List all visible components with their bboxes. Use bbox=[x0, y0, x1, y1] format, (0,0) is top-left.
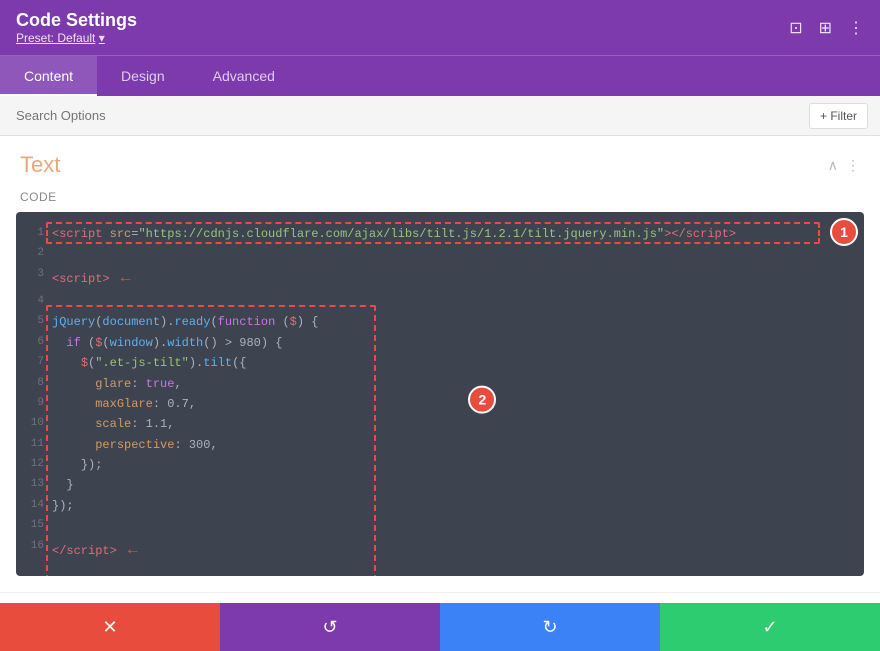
code-line: 8 glare: true, bbox=[16, 374, 864, 394]
code-line: 4 bbox=[16, 292, 864, 312]
preset-arrow: ▾ bbox=[99, 31, 105, 45]
section-more-icon[interactable]: ⋮ bbox=[846, 157, 860, 174]
section-header: Text ∧ ⋮ bbox=[0, 136, 880, 186]
code-line: 9 maxGlare: 0.7, bbox=[16, 394, 864, 414]
annotation-badge-1: 1 bbox=[830, 218, 858, 246]
confirm-button[interactable]: ✓ bbox=[660, 603, 880, 651]
header-left: Code Settings Preset: Default ▾ bbox=[16, 10, 137, 45]
cancel-button[interactable]: ✕ bbox=[0, 603, 220, 651]
search-bar: + Filter bbox=[0, 96, 880, 136]
preset-label: Preset: Default bbox=[16, 31, 95, 45]
page-title: Code Settings bbox=[16, 10, 137, 31]
code-line: 13 } bbox=[16, 475, 864, 495]
code-line: 5 jQuery(document).ready(function ($) { bbox=[16, 312, 864, 332]
code-content: 1 <script src="https://cdnjs.cloudflare.… bbox=[16, 212, 864, 576]
main-content: Text ∧ ⋮ Code 1 2 1 <script src="https:/… bbox=[0, 136, 880, 651]
more-icon[interactable]: ⋮ bbox=[848, 18, 864, 38]
collapse-icon[interactable]: ∧ bbox=[828, 157, 838, 174]
header-actions: ⊡ ⊞ ⋮ bbox=[789, 18, 864, 38]
redo-button[interactable]: ↻ bbox=[440, 603, 660, 651]
search-input[interactable] bbox=[12, 96, 809, 135]
code-line: 6 if ($(window).width() > 980) { bbox=[16, 333, 864, 353]
undo-icon: ↺ bbox=[322, 617, 337, 638]
section-title: Text bbox=[20, 152, 60, 178]
screenshot-icon[interactable]: ⊡ bbox=[789, 18, 802, 38]
code-line: 12 }); bbox=[16, 455, 864, 475]
section-actions: ∧ ⋮ bbox=[828, 157, 860, 174]
filter-button[interactable]: + Filter bbox=[809, 103, 868, 129]
code-line: 3 <script> ← bbox=[16, 265, 864, 292]
code-line: 16 </script> ← bbox=[16, 537, 864, 564]
redo-icon: ↻ bbox=[542, 617, 557, 638]
header: Code Settings Preset: Default ▾ ⊡ ⊞ ⋮ bbox=[0, 0, 880, 55]
tab-bar: Content Design Advanced bbox=[0, 55, 880, 96]
code-line: 10 scale: 1.1, bbox=[16, 414, 864, 434]
annotation-badge-2: 2 bbox=[468, 386, 496, 414]
code-line: 11 perspective: 300, bbox=[16, 435, 864, 455]
undo-button[interactable]: ↺ bbox=[220, 603, 440, 651]
cancel-icon: ✕ bbox=[102, 617, 117, 638]
bottom-toolbar: ✕ ↺ ↻ ✓ bbox=[0, 603, 880, 651]
code-label: Code bbox=[0, 186, 880, 212]
code-line: 1 <script src="https://cdnjs.cloudflare.… bbox=[16, 224, 864, 244]
code-editor[interactable]: 1 2 1 <script src="https://cdnjs.cloudfl… bbox=[16, 212, 864, 576]
code-line: 14 }); bbox=[16, 496, 864, 516]
code-line: 7 $(".et-js-tilt").tilt({ bbox=[16, 353, 864, 373]
tab-content[interactable]: Content bbox=[0, 56, 97, 96]
columns-icon[interactable]: ⊞ bbox=[819, 18, 832, 38]
tab-design[interactable]: Design bbox=[97, 56, 189, 96]
code-line: 15 bbox=[16, 516, 864, 536]
confirm-icon: ✓ bbox=[762, 617, 777, 638]
code-line: 2 bbox=[16, 244, 864, 264]
preset-selector[interactable]: Preset: Default ▾ bbox=[16, 31, 137, 45]
tab-advanced[interactable]: Advanced bbox=[189, 56, 299, 96]
